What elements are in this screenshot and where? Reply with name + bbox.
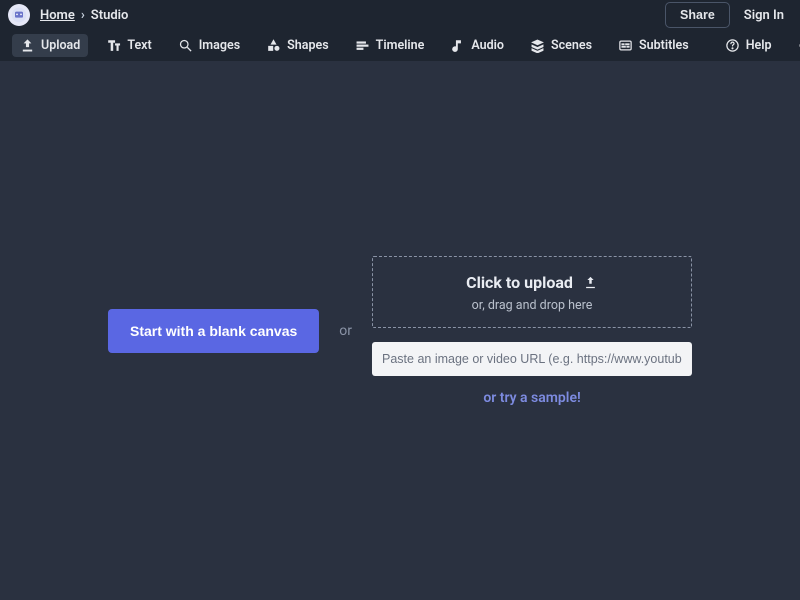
blank-canvas-button[interactable]: Start with a blank canvas xyxy=(108,309,319,353)
dropzone-subtitle: or, drag and drop here xyxy=(383,298,681,313)
upload-icon xyxy=(20,38,35,53)
upload-dropzone[interactable]: Click to upload or, drag and drop here xyxy=(372,256,692,328)
breadcrumb: Home › Studio xyxy=(40,8,128,23)
shapes-icon xyxy=(266,38,281,53)
upload-icon xyxy=(583,275,598,290)
app-logo[interactable] xyxy=(8,4,30,26)
breadcrumb-current: Studio xyxy=(91,8,129,23)
subtitles-icon xyxy=(618,38,633,53)
audio-icon xyxy=(450,38,465,53)
tool-upload[interactable]: Upload xyxy=(12,34,88,57)
tool-label: Scenes xyxy=(551,38,592,53)
timeline-icon xyxy=(355,38,370,53)
search-icon xyxy=(178,38,193,53)
dropzone-title: Click to upload xyxy=(466,273,573,292)
sign-in-link[interactable]: Sign In xyxy=(744,8,784,23)
tool-subtitles[interactable]: Subtitles xyxy=(610,34,697,57)
tool-label: Timeline xyxy=(376,38,425,53)
share-button[interactable]: Share xyxy=(665,2,730,28)
tool-label: Subtitles xyxy=(639,38,689,53)
tool-scenes[interactable]: Scenes xyxy=(522,34,600,57)
tool-label: Help xyxy=(746,38,772,53)
logo-icon xyxy=(11,7,27,23)
tool-audio[interactable]: Audio xyxy=(442,34,512,57)
breadcrumb-home-link[interactable]: Home xyxy=(40,8,75,23)
tool-shapes[interactable]: Shapes xyxy=(258,34,337,57)
help-icon xyxy=(725,38,740,53)
try-sample-link[interactable]: or try a sample! xyxy=(372,390,692,406)
or-separator: or xyxy=(339,323,352,339)
tool-help[interactable]: Help xyxy=(717,34,780,57)
text-icon xyxy=(106,38,121,53)
scenes-icon xyxy=(530,38,545,53)
tool-label: Audio xyxy=(471,38,504,53)
tool-timeline[interactable]: Timeline xyxy=(347,34,433,57)
tool-text[interactable]: Text xyxy=(98,34,159,57)
tool-label: Images xyxy=(199,38,240,53)
tool-label: Text xyxy=(127,38,151,53)
media-url-input[interactable] xyxy=(372,342,692,376)
tool-label: Upload xyxy=(41,38,80,53)
breadcrumb-separator: › xyxy=(81,8,85,23)
tool-settings[interactable]: Settings xyxy=(790,34,800,57)
tool-images[interactable]: Images xyxy=(170,34,248,57)
editor-stage: Start with a blank canvas or Click to up… xyxy=(0,61,800,600)
tool-label: Shapes xyxy=(287,38,329,53)
